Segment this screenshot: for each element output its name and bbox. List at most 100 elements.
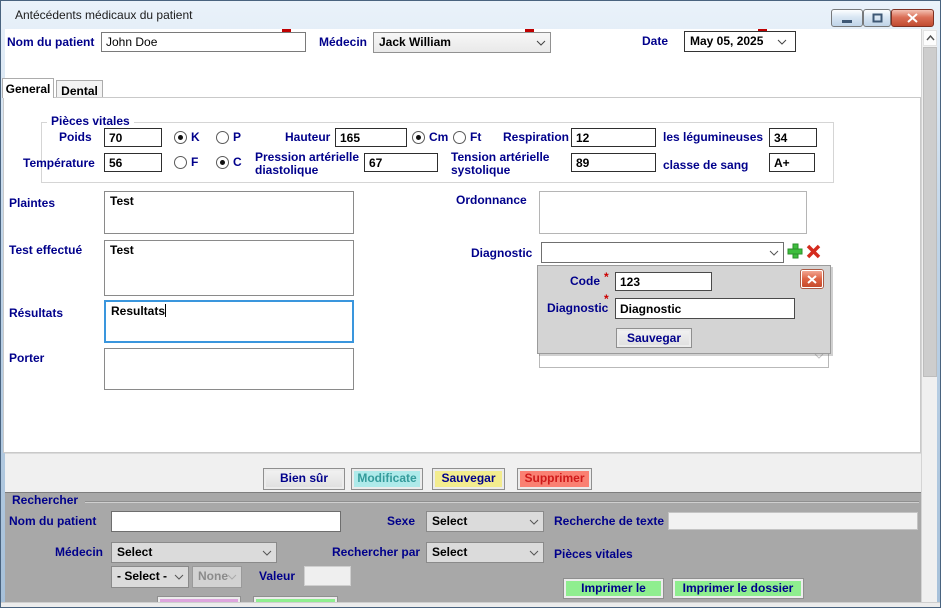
search-medecin-label: Médecin <box>55 546 103 559</box>
plaintes-label: Plaintes <box>9 197 55 210</box>
code-label: Code <box>570 275 600 288</box>
radio-c-label: C <box>233 156 242 169</box>
print-file-button[interactable]: Imprimer le dossier <box>672 578 804 599</box>
diastolic-input[interactable] <box>364 153 438 172</box>
porter-textarea[interactable] <box>104 348 354 390</box>
save-button[interactable]: Sauvegar <box>432 468 505 490</box>
valeur-label: Valeur <box>259 570 295 583</box>
groupbox-line <box>85 501 919 502</box>
date-picker[interactable]: May 05, 2025 <box>684 31 796 52</box>
chevron-down-icon <box>777 39 787 45</box>
resultats-label: Résultats <box>9 307 63 320</box>
delete-button[interactable]: Supprimer <box>517 468 592 490</box>
close-button[interactable] <box>891 9 934 27</box>
doctor-label: Médecin <box>319 36 367 49</box>
weight-input[interactable] <box>104 128 162 147</box>
valeur-input[interactable] <box>304 566 351 586</box>
doctor-select-value: Jack William <box>379 35 451 49</box>
delete-diagnostic-button[interactable] <box>806 243 822 264</box>
blood-group-input[interactable] <box>769 153 815 172</box>
porter-label: Porter <box>9 352 44 365</box>
minimize-button[interactable] <box>831 9 863 27</box>
radio-c[interactable] <box>216 156 229 169</box>
systolic-label: Tension artérielle systolique <box>451 151 549 177</box>
radio-lb-label: P <box>233 131 241 144</box>
radio-f-label: F <box>191 156 198 169</box>
radio-f[interactable] <box>174 156 187 169</box>
sexe-select[interactable]: Select <box>426 511 544 532</box>
rechercher-par-select[interactable]: Select <box>426 542 544 563</box>
legumineuses-label: les légumineuses <box>663 131 763 144</box>
modify-button[interactable]: Modificate <box>351 468 423 490</box>
diagnostic-combobox[interactable] <box>541 242 784 263</box>
popup-save-button[interactable]: Sauvegar <box>616 328 692 348</box>
x-icon <box>806 243 822 259</box>
add-diagnostic-button[interactable] <box>787 243 803 264</box>
test-effectue-label: Test effectué <box>9 244 82 257</box>
scrollbar-thumb[interactable] <box>923 47 937 377</box>
popup-close-button[interactable] <box>801 270 823 288</box>
chevron-down-icon <box>227 574 237 580</box>
operator-select[interactable]: None <box>192 566 242 588</box>
chevron-down-icon <box>529 550 539 556</box>
scrollbar-up-button[interactable] <box>923 30 937 46</box>
respiration-input[interactable] <box>571 128 656 147</box>
patient-name-input[interactable] <box>101 32 306 52</box>
vertical-scrollbar[interactable] <box>921 29 937 602</box>
temperature-label: Température <box>23 157 95 170</box>
minimize-icon <box>841 14 853 23</box>
radio-kg[interactable] <box>174 131 187 144</box>
confirm-button[interactable]: Bien sûr <box>263 468 345 490</box>
diagnostic-label: Diagnostic <box>471 247 532 260</box>
radio-cm[interactable] <box>412 131 425 144</box>
search-text-input[interactable] <box>668 512 918 530</box>
ordonnance-label: Ordonnance <box>456 194 527 207</box>
date-value: May 05, 2025 <box>690 34 763 48</box>
maximize-icon <box>872 13 883 23</box>
resultats-textarea[interactable]: Resultats <box>104 300 354 343</box>
search-patient-label: Nom du patient <box>9 515 96 528</box>
field-select[interactable]: - Select - <box>111 566 189 588</box>
text-cursor <box>165 304 166 317</box>
plaintes-textarea[interactable]: Test <box>104 191 354 234</box>
height-input[interactable] <box>335 128 407 147</box>
patient-name-label: Nom du patient <box>7 36 94 49</box>
date-label: Date <box>642 35 668 48</box>
required-asterisk: * <box>604 292 609 306</box>
tab-dental[interactable]: Dental <box>56 80 103 98</box>
systolic-input[interactable] <box>571 153 656 172</box>
chevron-down-icon <box>769 250 779 256</box>
doctor-select[interactable]: Jack William <box>373 32 551 53</box>
diastolic-label: Pression artérielle diastolique <box>255 151 359 177</box>
search-group-label: Rechercher <box>12 494 78 507</box>
respiration-label: Respiration <box>503 131 569 144</box>
sexe-label: Sexe <box>387 515 415 528</box>
code-input[interactable] <box>615 272 712 291</box>
chevron-down-icon <box>536 40 546 46</box>
maximize-button[interactable] <box>863 9 891 27</box>
close-icon <box>807 275 817 284</box>
radio-lb[interactable] <box>216 131 229 144</box>
window-bottom-edge <box>1 602 941 608</box>
chevron-down-icon <box>262 550 272 556</box>
radio-ft-label: Ft <box>470 131 481 144</box>
test-effectue-textarea[interactable]: Test <box>104 240 354 296</box>
height-label: Hauteur <box>285 131 330 144</box>
plus-icon <box>787 243 803 259</box>
diagnostic-input[interactable] <box>615 298 795 319</box>
search-patient-input[interactable] <box>111 511 341 532</box>
radio-ft[interactable] <box>453 131 466 144</box>
tab-general[interactable]: General <box>2 78 54 98</box>
legumineuses-input[interactable] <box>769 128 817 147</box>
ordonnance-textarea[interactable] <box>539 191 807 234</box>
rechercher-par-label: Rechercher par <box>332 546 420 559</box>
chevron-up-icon <box>926 35 935 41</box>
vitals-group-label: Pièces vitales <box>47 114 134 128</box>
search-medecin-select[interactable]: Select <box>111 542 277 563</box>
radio-cm-label: Cm <box>429 131 448 144</box>
print-record-button[interactable]: Imprimer le <box>563 578 664 599</box>
blood-group-label: classe de sang <box>663 159 748 172</box>
radio-kg-label: K <box>191 131 200 144</box>
temperature-input[interactable] <box>104 153 162 172</box>
diagnostic-popup: Code * Diagnostic * Sauvegar <box>537 265 831 354</box>
